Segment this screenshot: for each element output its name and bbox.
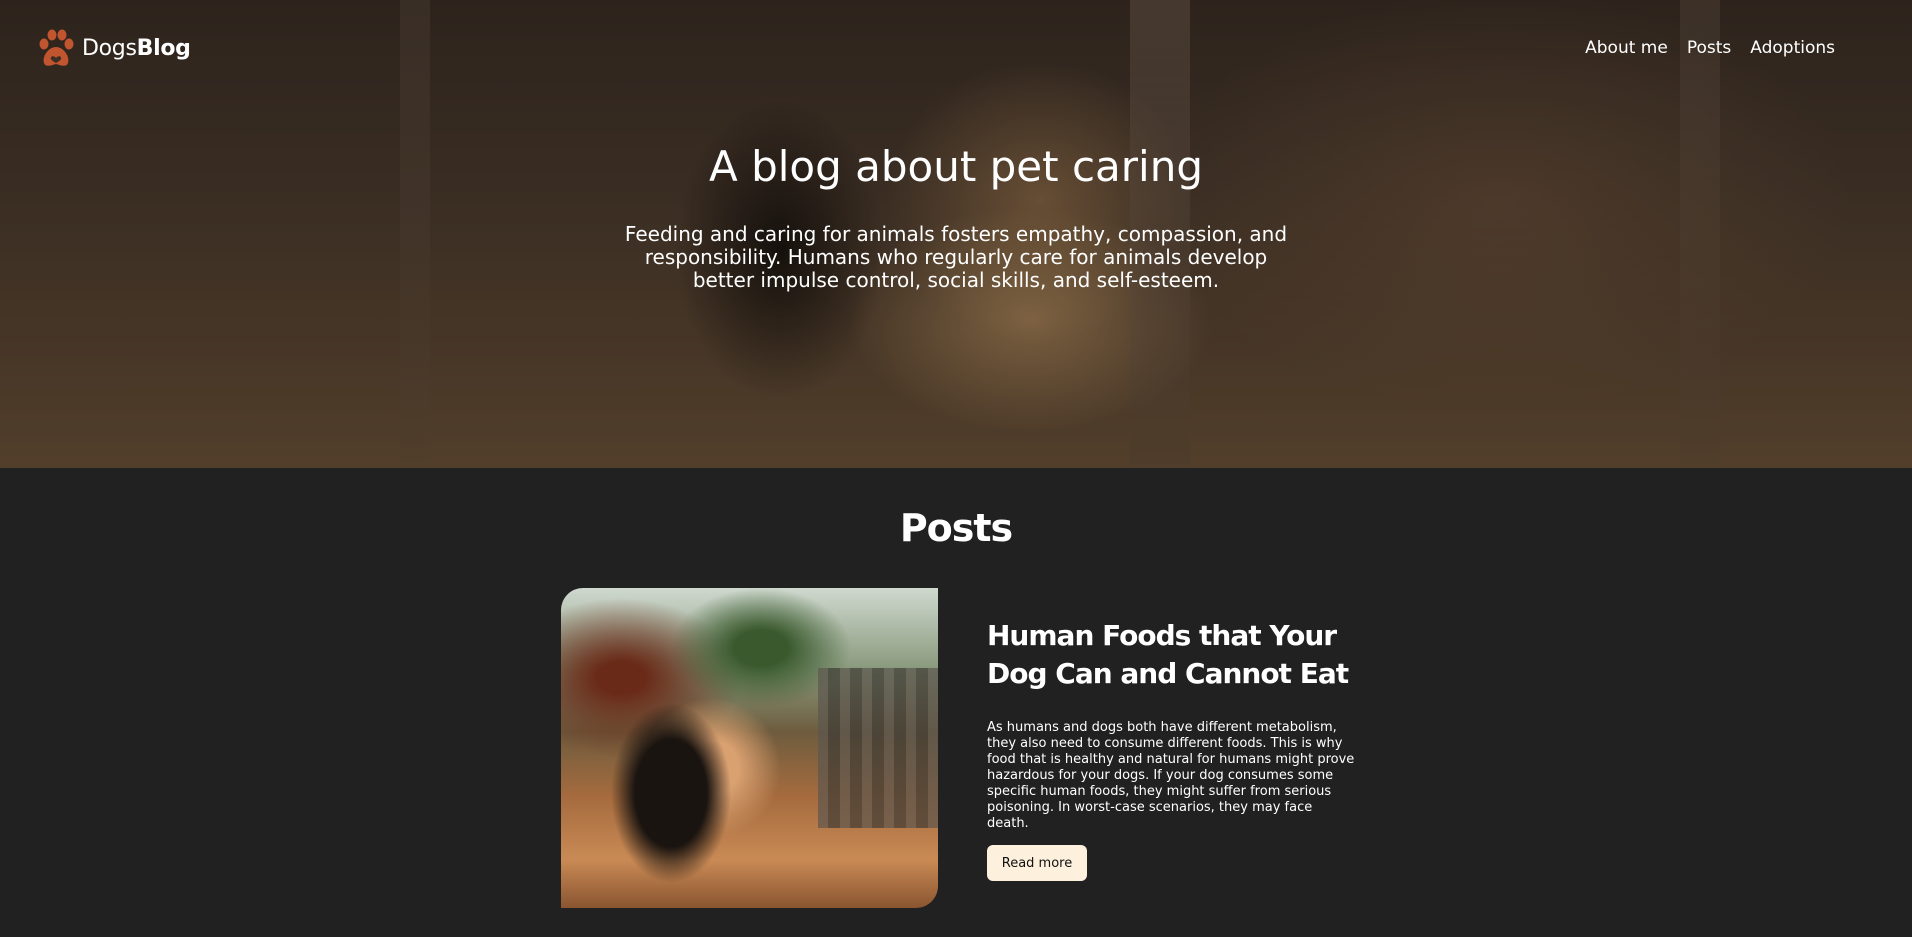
posts-heading: Posts <box>899 506 1013 550</box>
post-image[interactable] <box>561 588 938 908</box>
paw-icon <box>39 29 74 66</box>
nav-about-me[interactable]: About me <box>1585 38 1668 58</box>
hero-title: A blog about pet caring <box>708 142 1203 191</box>
main-nav: About me Posts Adoptions <box>1585 38 1835 58</box>
hero-banner: DogsBlog About me Posts Adoptions A blog… <box>0 0 1912 468</box>
nav-posts[interactable]: Posts <box>1687 38 1731 58</box>
post-title[interactable]: Human Foods that Your Dog Can and Cannot… <box>987 617 1367 693</box>
brand-name: DogsBlog <box>82 35 191 61</box>
hero-description: Feeding and caring for animals fosters e… <box>624 222 1288 292</box>
post-excerpt: As humans and dogs both have different m… <box>987 720 1355 831</box>
brand-logo[interactable]: DogsBlog <box>36 27 191 69</box>
nav-adoptions[interactable]: Adoptions <box>1750 38 1835 58</box>
read-more-button[interactable]: Read more <box>987 845 1087 881</box>
